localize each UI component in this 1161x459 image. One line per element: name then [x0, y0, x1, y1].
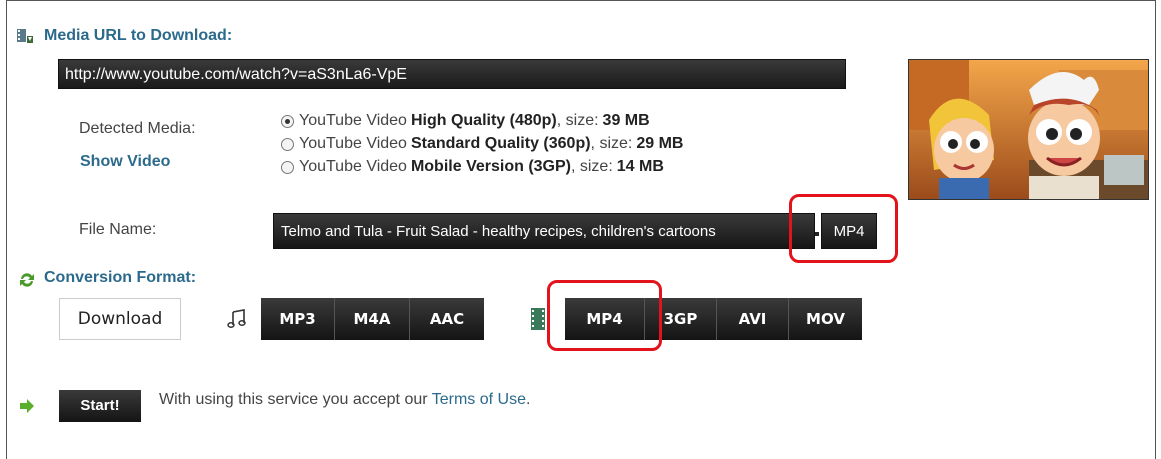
terms-of-use-link[interactable]: Terms of Use: [432, 391, 526, 408]
radio-3gp[interactable]: [281, 160, 294, 174]
download-button[interactable]: Download: [59, 298, 181, 340]
file-name-input[interactable]: Telmo and Tula - Fruit Salad - healthy r…: [273, 213, 815, 249]
show-video-link[interactable]: Show Video: [80, 153, 170, 171]
highlight-mp4-format: [547, 280, 662, 351]
thumbnail-image: [909, 60, 1148, 199]
conversion-format-title: Conversion Format:: [44, 269, 197, 286]
media-option-360p[interactable]: YouTube Video Standard Quality (360p) , …: [281, 134, 687, 154]
film-download-icon: [17, 29, 33, 43]
file-name-label: File Name:: [79, 221, 157, 238]
detected-media-label: Detected Media:: [79, 120, 196, 137]
format-m4a-button[interactable]: M4A: [335, 298, 410, 340]
media-option-3gp[interactable]: YouTube Video Mobile Version (3GP) , siz…: [281, 157, 668, 177]
radio-360p[interactable]: [281, 137, 294, 151]
video-thumbnail[interactable]: [908, 59, 1149, 200]
start-button[interactable]: Start!: [59, 390, 141, 422]
format-aac-button[interactable]: AAC: [410, 298, 484, 340]
radio-480p[interactable]: [281, 114, 294, 128]
media-url-title: Media URL to Download:: [44, 27, 233, 44]
media-url-input[interactable]: http://www.youtube.com/watch?v=aS3nLa6-V…: [58, 59, 846, 89]
converter-panel: Media URL to Download: http://www.youtub…: [6, 0, 1156, 459]
format-mp3-button[interactable]: MP3: [261, 298, 335, 340]
terms-text: With using this service you accept our T…: [159, 391, 531, 408]
music-note-icon: [227, 309, 246, 328]
film-strip-icon: [531, 308, 545, 330]
audio-format-group: MP3 M4A AAC: [261, 298, 484, 340]
highlight-file-extension: [789, 194, 898, 263]
arrow-right-icon: [20, 399, 34, 413]
format-mov-button[interactable]: MOV: [789, 298, 862, 340]
format-avi-button[interactable]: AVI: [717, 298, 789, 340]
convert-arrows-icon: [20, 273, 34, 287]
media-option-480p[interactable]: YouTube Video High Quality (480p) , size…: [281, 111, 654, 131]
